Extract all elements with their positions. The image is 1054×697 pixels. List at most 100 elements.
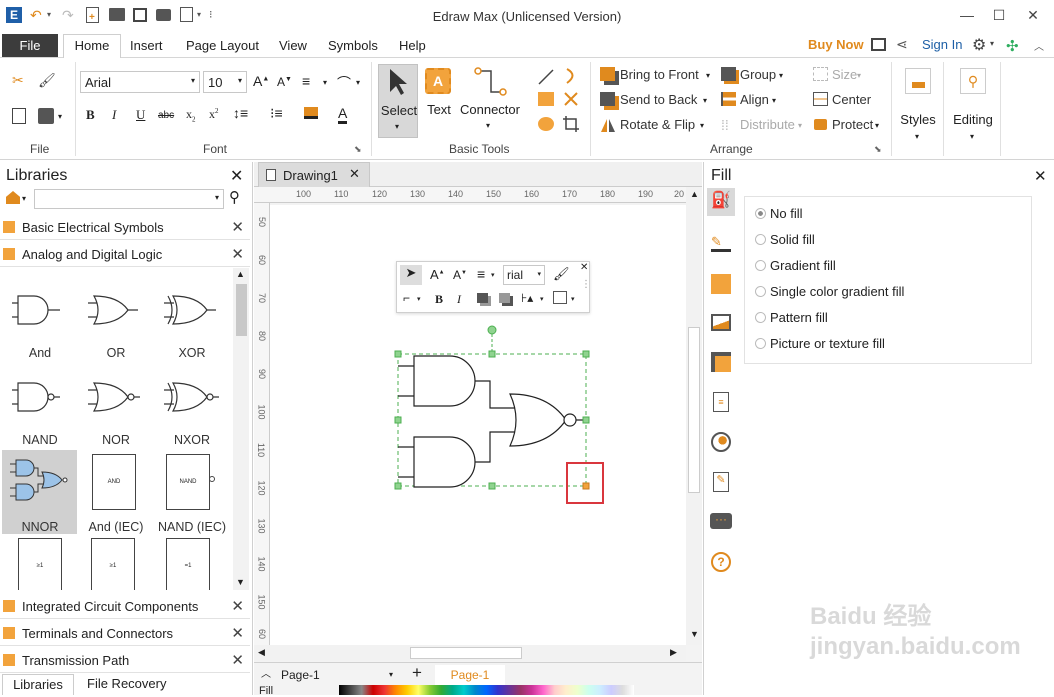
canvas-horizontal-scrollbar[interactable]: ◀ ▶ [254, 645, 686, 661]
connector-style-icon[interactable]: ⌐ [403, 291, 410, 305]
close-icon[interactable]: ✕ [580, 262, 588, 273]
fill-radio-no-fill[interactable] [755, 208, 766, 219]
group-button[interactable]: Group [740, 67, 776, 82]
chevron-down-icon[interactable]: ▾ [215, 193, 219, 202]
chevron-down-icon[interactable]: ▾ [798, 121, 802, 130]
center-icon[interactable] [813, 92, 828, 106]
share-screen-icon[interactable] [871, 38, 886, 51]
library-category[interactable]: Terminals and Connectors ✕ [0, 621, 250, 646]
color-palette-strip[interactable] [339, 685, 634, 695]
fill-option-label[interactable]: Picture or texture fill [770, 336, 885, 351]
scroll-right-icon[interactable]: ▶ [670, 647, 677, 658]
and-gate-bottom[interactable] [413, 436, 476, 488]
fill-bucket-icon[interactable]: ⛽ [707, 188, 735, 216]
distribute-mini-icon[interactable]: ⊦▴ [521, 291, 533, 305]
shape-nand-iec[interactable]: NAND NAND (IEC) [154, 450, 226, 534]
tab-symbols[interactable]: Symbols [328, 38, 378, 53]
rectangle-tool-icon[interactable] [538, 92, 554, 106]
paste-dropdown-icon[interactable]: ▾ [58, 112, 62, 121]
align-icon[interactable] [721, 92, 736, 106]
shape-nnor[interactable]: NNOR [2, 450, 77, 534]
cross-tool-icon[interactable] [562, 90, 580, 108]
close-icon[interactable]: ✕ [231, 624, 244, 642]
chevron-down-icon[interactable]: ▾ [389, 670, 393, 679]
tab-home[interactable]: Home [63, 34, 121, 59]
search-icon[interactable]: ⚲ [229, 188, 240, 206]
subscript-icon[interactable]: x2 [186, 107, 196, 123]
chevron-down-icon[interactable]: ▾ [537, 270, 541, 278]
distribute-button[interactable]: Distribute [740, 117, 795, 132]
shape-or[interactable]: OR [78, 276, 150, 360]
text-tool[interactable]: A Text [422, 64, 456, 138]
font-size-select[interactable]: 10 ▾ [203, 71, 247, 93]
collapse-ribbon-icon[interactable]: ︿ [1034, 38, 1044, 53]
chevron-down-icon[interactable]: ▾ [486, 121, 490, 130]
protect-button[interactable]: Protect [832, 117, 873, 132]
font-color-icon[interactable]: A [338, 105, 348, 124]
bring-to-front-button[interactable]: Bring to Front [620, 67, 699, 82]
text-color-bg-icon[interactable] [304, 107, 318, 119]
comment-icon[interactable]: ··· [710, 513, 732, 529]
close-icon[interactable]: ✕ [231, 245, 244, 263]
text-align-icon[interactable]: ≡ [302, 73, 310, 89]
chevron-down-icon[interactable]: ▾ [970, 132, 974, 141]
chevron-down-icon[interactable]: ▾ [706, 71, 710, 80]
fill-radio-solid[interactable] [755, 234, 766, 245]
chevron-down-icon[interactable]: ▾ [700, 121, 704, 130]
page-select[interactable]: Page-1 ▾ [280, 666, 398, 684]
tab-insert[interactable]: Insert [130, 38, 163, 53]
shape-iec-3[interactable]: =1 [166, 538, 210, 590]
superscript-icon[interactable]: x2 [209, 107, 219, 122]
tab-drawing1[interactable]: Drawing1 ✕ [258, 162, 370, 187]
layers-icon[interactable] [711, 352, 731, 372]
close-icon[interactable]: ✕ [230, 166, 243, 186]
underline-icon[interactable]: U [136, 107, 145, 123]
bold-icon[interactable]: B [86, 107, 95, 123]
fill-radio-gradient[interactable] [755, 260, 766, 271]
minimize-icon[interactable]: — [952, 4, 982, 26]
rotate-flip-button[interactable]: Rotate & Flip [620, 117, 695, 132]
line-style-icon[interactable]: ✎ [711, 234, 731, 252]
lock-icon[interactable] [814, 119, 827, 130]
tab-page-layout[interactable]: Page Layout [186, 38, 259, 53]
fill-option-label[interactable]: Gradient fill [770, 258, 836, 273]
copy-icon[interactable] [12, 108, 26, 124]
library-category[interactable]: Basic Electrical Symbols ✕ [0, 215, 250, 240]
chevron-down-icon[interactable]: ▾ [417, 295, 421, 303]
scroll-thumb[interactable] [688, 327, 700, 493]
edit-style-icon[interactable] [553, 291, 567, 304]
send-to-back-icon[interactable] [600, 92, 615, 106]
sign-in-link[interactable]: Sign In [922, 37, 962, 52]
canvas-vertical-scrollbar[interactable]: ▲ ▼ [686, 187, 702, 645]
close-icon[interactable]: ✕ [349, 166, 360, 182]
select-pointer-icon[interactable]: ➤ [400, 265, 422, 285]
settings-dropdown-icon[interactable]: ▾ [990, 39, 994, 48]
scroll-up-icon[interactable]: ▲ [236, 269, 245, 279]
library-category[interactable]: Integrated Circuit Components ✕ [0, 594, 250, 619]
globe-icon[interactable] [711, 432, 731, 452]
group-icon[interactable] [721, 67, 736, 81]
line-tool-icon[interactable] [537, 68, 555, 86]
arrange-dialog-launcher-icon[interactable]: ⬊ [874, 144, 882, 155]
page-tab[interactable]: Page-1 [435, 665, 505, 685]
shape-nor[interactable]: NOR [78, 363, 150, 447]
strikethrough-icon[interactable]: abc [158, 110, 174, 121]
chevron-down-icon[interactable]: ▾ [857, 71, 861, 80]
shape-nand[interactable]: NAND [2, 363, 74, 447]
edraw-brand-icon[interactable]: ✣ [1006, 37, 1019, 55]
close-icon[interactable]: ✕ [231, 218, 244, 236]
italic-icon[interactable]: I [457, 292, 461, 307]
file-recovery-tab[interactable]: File Recovery [87, 676, 166, 691]
shrink-font-icon[interactable]: A▼ [453, 268, 467, 282]
size-button[interactable]: Size [832, 67, 857, 82]
chevron-down-icon[interactable]: ▾ [772, 96, 776, 105]
fill-radio-pattern[interactable] [755, 312, 766, 323]
add-page-icon[interactable]: + [412, 663, 422, 683]
page-bar-collapse-icon[interactable]: ︿ [261, 665, 271, 680]
rotate-flip-icon[interactable] [600, 117, 616, 133]
bold-icon[interactable]: B [435, 292, 443, 307]
chevron-down-icon[interactable]: ▾ [915, 132, 919, 141]
buy-now-link[interactable]: Buy Now [808, 37, 864, 52]
size-icon[interactable] [813, 67, 828, 81]
editing-button[interactable]: ⚲ Editing ▾ [947, 64, 999, 148]
